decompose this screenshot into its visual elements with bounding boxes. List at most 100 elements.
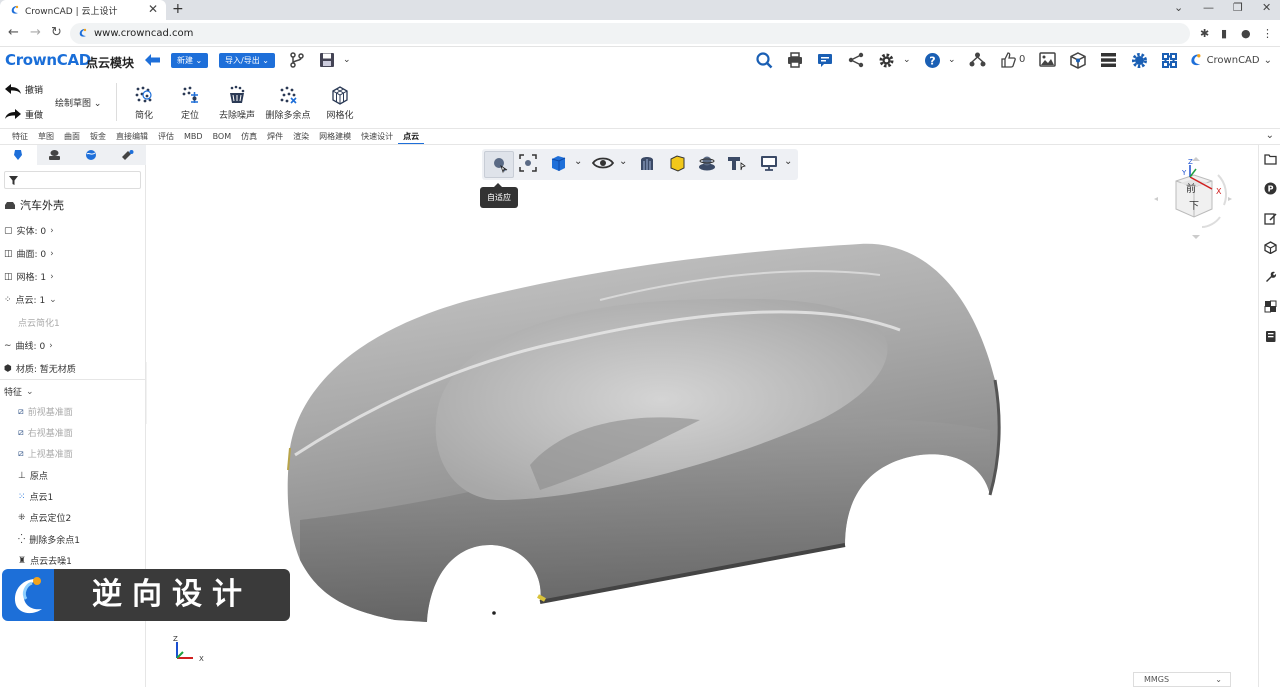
feature-pointcloud1[interactable]: ⁙ 点云1 <box>18 490 53 504</box>
print-icon[interactable] <box>787 52 803 68</box>
plugin-icon[interactable] <box>1161 52 1178 69</box>
notes-book-icon[interactable] <box>1264 330 1277 343</box>
forward-icon[interactable]: → <box>30 25 41 40</box>
feature-origin[interactable]: ⊥ 原点 <box>18 469 48 483</box>
tree-solid[interactable]: ▢ 实体: 0 › <box>4 224 54 238</box>
image-icon[interactable] <box>1039 52 1056 67</box>
help-dropdown-icon[interactable]: ⌄ <box>948 55 956 65</box>
tree-pointcloud[interactable]: ⁘ 点云: 1 ⌄ <box>4 293 57 307</box>
tab-sketch[interactable]: 草图 <box>33 129 59 144</box>
panel-tab-appearance[interactable] <box>73 145 110 165</box>
feature-delete-points1[interactable]: ⁛ 删除多余点1 <box>18 533 80 547</box>
tab-weldment[interactable]: 焊件 <box>262 129 288 144</box>
visibility-dropdown-icon[interactable]: ⌄ <box>619 156 627 167</box>
exit-module-icon[interactable] <box>144 53 161 67</box>
sketch-dropdown[interactable]: 绘制草图 ⌄ <box>55 96 101 109</box>
tab-surface[interactable]: 曲面 <box>59 129 85 144</box>
tab-evaluate[interactable]: 评估 <box>153 129 179 144</box>
folder-icon[interactable] <box>1264 153 1277 165</box>
browser-tab[interactable]: CrownCAD | 云上设计 ✕ <box>0 0 166 20</box>
features-header[interactable]: 特征 ⌄ <box>4 385 34 399</box>
undo-button[interactable]: 撤销 <box>4 83 43 96</box>
tab-sheetmetal[interactable]: 钣金 <box>85 129 111 144</box>
tree-mesh[interactable]: ◫ 网格: 1 › <box>4 270 54 284</box>
tab-render[interactable]: 渲染 <box>288 129 314 144</box>
panel-tab-display[interactable] <box>110 145 147 165</box>
tree-root[interactable]: 汽车外壳 <box>4 197 64 213</box>
feature-right-plane[interactable]: ⧄ 右视基准面 <box>18 426 73 440</box>
user-menu[interactable]: CrownCAD ⌄ <box>1189 53 1272 67</box>
parameter-icon[interactable]: P <box>1264 182 1277 195</box>
save-icon[interactable] <box>319 52 335 68</box>
tree-filter-input[interactable] <box>4 171 141 189</box>
reload-icon[interactable]: ↻ <box>51 25 62 40</box>
section-view-icon[interactable] <box>638 154 656 172</box>
units-selector[interactable]: MMGS ⌄ <box>1133 672 1231 687</box>
display-monitor-icon[interactable] <box>760 154 778 172</box>
tree-curve[interactable]: ∼ 曲线: 0 › <box>4 339 53 353</box>
tree-pointcloud-child[interactable]: 点云简化1 <box>18 316 60 329</box>
back-icon[interactable]: ← <box>8 25 19 40</box>
settings-gear-icon[interactable] <box>878 52 895 69</box>
feature-denoise1[interactable]: ♜ 点云去噪1 <box>18 554 72 568</box>
tab-pointcloud[interactable]: 点云 <box>398 129 425 144</box>
tab-direct-edit[interactable]: 直接编辑 <box>111 129 153 144</box>
help-icon[interactable]: ? <box>924 52 941 69</box>
display-settings-icon[interactable] <box>1131 52 1148 69</box>
feature-pointcloud-locate2[interactable]: ⁜ 点云定位2 <box>18 511 71 525</box>
restore-icon[interactable]: ❐ <box>1233 1 1243 14</box>
tree-material[interactable]: ⬢ 材质: 暂无材质 <box>4 362 76 376</box>
zoom-window-icon[interactable] <box>519 154 537 172</box>
profile-icon[interactable]: ● <box>1241 27 1251 40</box>
close-window-icon[interactable]: ✕ <box>1262 1 1271 14</box>
edit-note-icon[interactable] <box>1264 212 1277 225</box>
minimize-icon[interactable]: — <box>1203 1 1214 14</box>
view-orientation-icon[interactable] <box>549 154 567 172</box>
model-library-icon[interactable] <box>1264 241 1277 254</box>
zoom-to-fit-button[interactable] <box>484 151 514 178</box>
appearance-palette-icon[interactable] <box>1264 300 1277 313</box>
search-icon[interactable] <box>756 52 773 69</box>
layers-icon[interactable] <box>1100 52 1117 68</box>
tab-mesh-modeling[interactable]: 网格建模 <box>314 129 356 144</box>
url-field[interactable]: www.crowncad.com <box>70 23 1190 44</box>
tab-quick-design[interactable]: 快速设计 <box>356 129 398 144</box>
new-button[interactable]: 新建 ⌄ <box>171 53 209 68</box>
view-cube[interactable]: 前 下 Y Z X <box>1150 155 1240 245</box>
new-tab-button[interactable]: + <box>172 0 184 19</box>
branch-icon[interactable] <box>290 52 304 68</box>
tab-close-icon[interactable]: ✕ <box>148 2 158 16</box>
tab-mbd[interactable]: MBD <box>179 129 208 144</box>
panel-tab-tree[interactable] <box>0 145 37 165</box>
sidepanel-icon[interactable]: ▮ <box>1221 27 1227 40</box>
import-export-button[interactable]: 导入/导出 ⌄ <box>219 53 275 68</box>
settings-dropdown-icon[interactable]: ⌄ <box>903 55 911 65</box>
tab-feature[interactable]: 特征 <box>7 129 33 144</box>
orientation-dropdown-icon[interactable]: ⌄ <box>574 156 582 167</box>
browser-menu-icon[interactable]: ⋮ <box>1262 27 1273 40</box>
delete-extra-points-tool[interactable]: 删除多余点 <box>258 85 318 121</box>
visibility-eye-icon[interactable] <box>592 154 614 172</box>
shaded-display-icon[interactable] <box>668 154 686 172</box>
wrench-icon[interactable] <box>1264 270 1277 283</box>
tab-bom[interactable]: BOM <box>208 129 237 144</box>
3d-viewport[interactable]: Z X <box>147 145 1257 687</box>
redo-button[interactable]: 重做 <box>4 108 43 121</box>
feature-top-plane[interactable]: ⧄ 上视基准面 <box>18 447 73 461</box>
render-scene-icon[interactable] <box>697 154 717 172</box>
tree-surface[interactable]: ◫ 曲面: 0 › <box>4 247 54 261</box>
share-icon[interactable] <box>848 52 864 68</box>
panel-tab-props[interactable] <box>37 145 74 165</box>
measure-tool-icon[interactable] <box>726 154 746 172</box>
comment-icon[interactable] <box>817 52 833 68</box>
like-icon[interactable] <box>1000 52 1016 68</box>
monitor-dropdown-icon[interactable]: ⌄ <box>784 156 792 167</box>
save-dropdown-icon[interactable]: ⌄ <box>343 55 351 65</box>
meshing-tool[interactable]: 网格化 <box>310 85 370 121</box>
org-tree-icon[interactable] <box>969 52 986 68</box>
tab-simulation[interactable]: 仿真 <box>236 129 262 144</box>
model-box-icon[interactable] <box>1070 52 1086 69</box>
menu-collapse-chevron-icon[interactable]: ⌄ <box>1266 130 1274 141</box>
feature-front-plane[interactable]: ⧄ 前视基准面 <box>18 405 73 419</box>
tab-search-icon[interactable]: ⌄ <box>1174 1 1183 14</box>
